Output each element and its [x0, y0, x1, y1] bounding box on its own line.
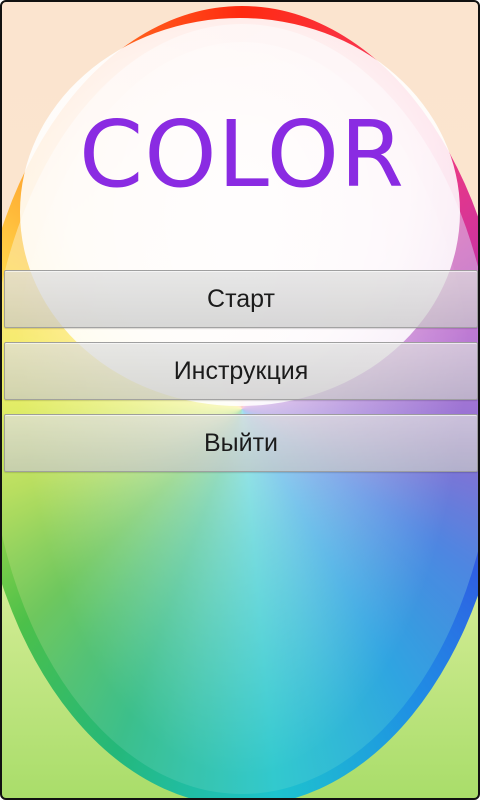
app-title: COLOR [79, 101, 405, 208]
instructions-button-label: Инструкция [173, 356, 309, 385]
main-menu-screen: COLOR Старт Инструкция Выйти [0, 0, 480, 800]
exit-button[interactable]: Выйти [4, 414, 478, 472]
start-button[interactable]: Старт [4, 270, 478, 328]
start-button-label: Старт [207, 284, 275, 313]
exit-button-label: Выйти [203, 428, 279, 457]
instructions-button[interactable]: Инструкция [4, 342, 478, 400]
